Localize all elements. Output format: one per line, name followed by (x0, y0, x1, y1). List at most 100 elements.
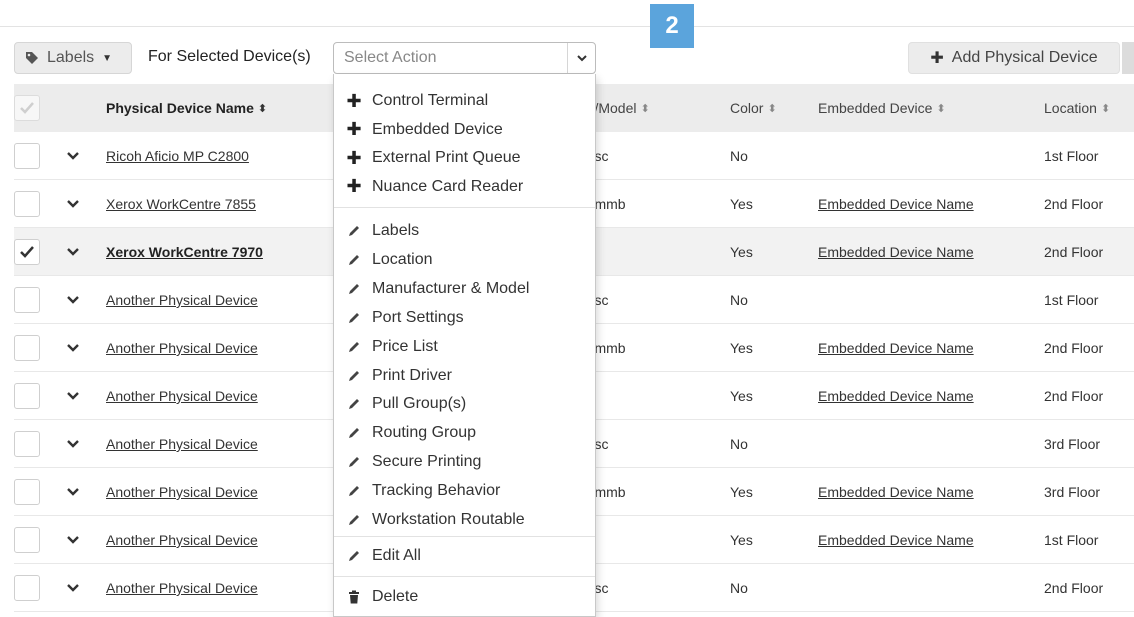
menu-item-label: Price List (372, 337, 438, 355)
device-name-link[interactable]: Another Physical Device (106, 484, 258, 500)
device-name-link[interactable]: Another Physical Device (106, 340, 258, 356)
expand-chevron-icon[interactable] (66, 485, 80, 499)
menu-item-edit[interactable]: Pull Group(s) (334, 390, 595, 418)
labels-button-label: Labels (47, 49, 95, 66)
trash-icon (346, 590, 362, 604)
header-color[interactable]: Color ⬍ (730, 84, 777, 132)
menu-item-edit[interactable]: Workstation Routable (334, 506, 595, 534)
location-value: 1st Floor (1044, 532, 1099, 548)
color-value: No (730, 148, 748, 164)
color-value: Yes (730, 244, 753, 260)
menu-item-label: Nuance Card Reader (372, 177, 524, 195)
expand-chevron-icon[interactable] (66, 437, 80, 451)
row-checkbox[interactable] (14, 431, 40, 457)
pencil-icon (346, 340, 362, 354)
device-name-link[interactable]: Ricoh Aficio MP C2800 (106, 148, 249, 164)
row-checkbox[interactable] (14, 239, 40, 265)
row-checkbox[interactable] (14, 335, 40, 361)
expand-chevron-icon[interactable] (66, 389, 80, 403)
sort-icon: ⬍ (767, 102, 777, 115)
menu-item-edit[interactable]: Secure Printing (334, 448, 595, 476)
add-device-label: Add Physical Device (951, 49, 1098, 66)
menu-item-edit[interactable]: Labels (334, 217, 595, 245)
embedded-device-link[interactable]: Embedded Device Name (818, 532, 974, 548)
menu-item-add[interactable]: ✚ Control Terminal (334, 87, 595, 115)
row-checkbox[interactable] (14, 575, 40, 601)
chevron-down-icon[interactable] (567, 43, 595, 73)
plus-icon: ✚ (346, 147, 362, 168)
embedded-device-link[interactable]: Embedded Device Name (818, 484, 974, 500)
row-checkbox[interactable] (14, 383, 40, 409)
expand-chevron-icon[interactable] (66, 197, 80, 211)
select-all-checkbox[interactable] (14, 95, 40, 121)
expand-chevron-icon[interactable] (66, 341, 80, 355)
device-name-link[interactable]: Another Physical Device (106, 436, 258, 452)
tag-icon (26, 52, 38, 64)
header-embedded-device[interactable]: Embedded Device ⬍ (818, 84, 946, 132)
menu-item-label: Print Driver (372, 366, 453, 384)
expand-chevron-icon[interactable] (66, 533, 80, 547)
pencil-icon (346, 455, 362, 469)
embedded-device-link[interactable]: Embedded Device Name (818, 196, 974, 212)
menu-item-edit[interactable]: Manufacturer & Model (334, 275, 595, 303)
expand-chevron-icon[interactable] (66, 293, 80, 307)
device-name-link[interactable]: Xerox WorkCentre 7855 (106, 196, 256, 212)
menu-item-label: Manufacturer & Model (372, 279, 530, 297)
labels-dropdown-button[interactable]: Labels ▼ (14, 42, 132, 74)
menu-item-label: Tracking Behavior (372, 482, 501, 500)
device-name-link[interactable]: Another Physical Device (106, 580, 258, 596)
color-value: Yes (730, 532, 753, 548)
sort-icon: ⬍ (640, 102, 650, 115)
location-value: 2nd Floor (1044, 340, 1104, 356)
menu-item-edit[interactable]: Port Settings (334, 304, 595, 332)
embedded-device-link[interactable]: Embedded Device Name (818, 388, 974, 404)
pencil-icon (346, 311, 362, 325)
row-checkbox[interactable] (14, 191, 40, 217)
embedded-device-link[interactable]: Embedded Device Name (818, 340, 974, 356)
select-action-menu: ✚ Control Terminal ✚ Embedded Device ✚ Extern… (333, 74, 596, 617)
device-name-link[interactable]: Another Physical Device (106, 388, 258, 404)
row-checkbox[interactable] (14, 479, 40, 505)
device-name-link[interactable]: Another Physical Device (106, 292, 258, 308)
pencil-icon (346, 513, 362, 527)
add-physical-device-button[interactable]: ✚ Add Physical Device (908, 42, 1120, 74)
for-selected-label: For Selected Device(s) (148, 48, 311, 65)
menu-item-add[interactable]: ✚ Nuance Card Reader (334, 173, 595, 201)
plus-icon: ✚ (346, 119, 362, 139)
location-value: 2nd Floor (1044, 244, 1104, 260)
row-checkbox[interactable] (14, 527, 40, 553)
menu-item-label: External Print Queue (372, 149, 521, 166)
menu-item-add[interactable]: ✚ Embedded Device (334, 116, 595, 144)
header-physical-device-name[interactable]: Physical Device Name ⬍ (106, 84, 267, 132)
menu-item-edit-all[interactable]: Edit All (334, 542, 595, 570)
plus-icon: ✚ (930, 50, 944, 67)
menu-item-label: Embedded Device (372, 120, 503, 138)
menu-item-label: Secure Printing (372, 453, 482, 471)
pencil-icon (346, 282, 362, 296)
row-checkbox[interactable] (14, 287, 40, 313)
expand-chevron-icon[interactable] (66, 245, 80, 259)
menu-item-edit[interactable]: Price List (334, 333, 595, 361)
select-action-placeholder: Select Action (344, 49, 437, 66)
menu-item-edit[interactable]: Location (334, 246, 595, 274)
expand-chevron-icon[interactable] (66, 581, 80, 595)
menu-item-edit[interactable]: Routing Group (334, 419, 595, 447)
pencil-icon (346, 397, 362, 411)
menu-item-delete[interactable]: Delete (334, 583, 595, 611)
menu-item-label: Location (372, 250, 433, 268)
menu-item-edit[interactable]: Tracking Behavior (334, 477, 595, 505)
location-value: 3rd Floor (1044, 436, 1101, 452)
menu-item-add[interactable]: ✚ External Print Queue (334, 144, 595, 172)
device-name-link[interactable]: Another Physical Device (106, 532, 258, 548)
menu-item-edit[interactable]: Print Driver (334, 362, 595, 390)
color-value: Yes (730, 340, 753, 356)
header-location[interactable]: Location ⬍ (1044, 84, 1110, 132)
embedded-device-link[interactable]: Embedded Device Name (818, 244, 974, 260)
color-value: Yes (730, 196, 753, 212)
sort-icon: ⬍ (1100, 102, 1111, 115)
menu-divider (334, 576, 595, 577)
row-checkbox[interactable] (14, 143, 40, 169)
select-action-dropdown[interactable]: Select Action (333, 42, 596, 74)
device-name-link[interactable]: Xerox WorkCentre 7970 (106, 244, 263, 260)
expand-chevron-icon[interactable] (66, 149, 80, 163)
